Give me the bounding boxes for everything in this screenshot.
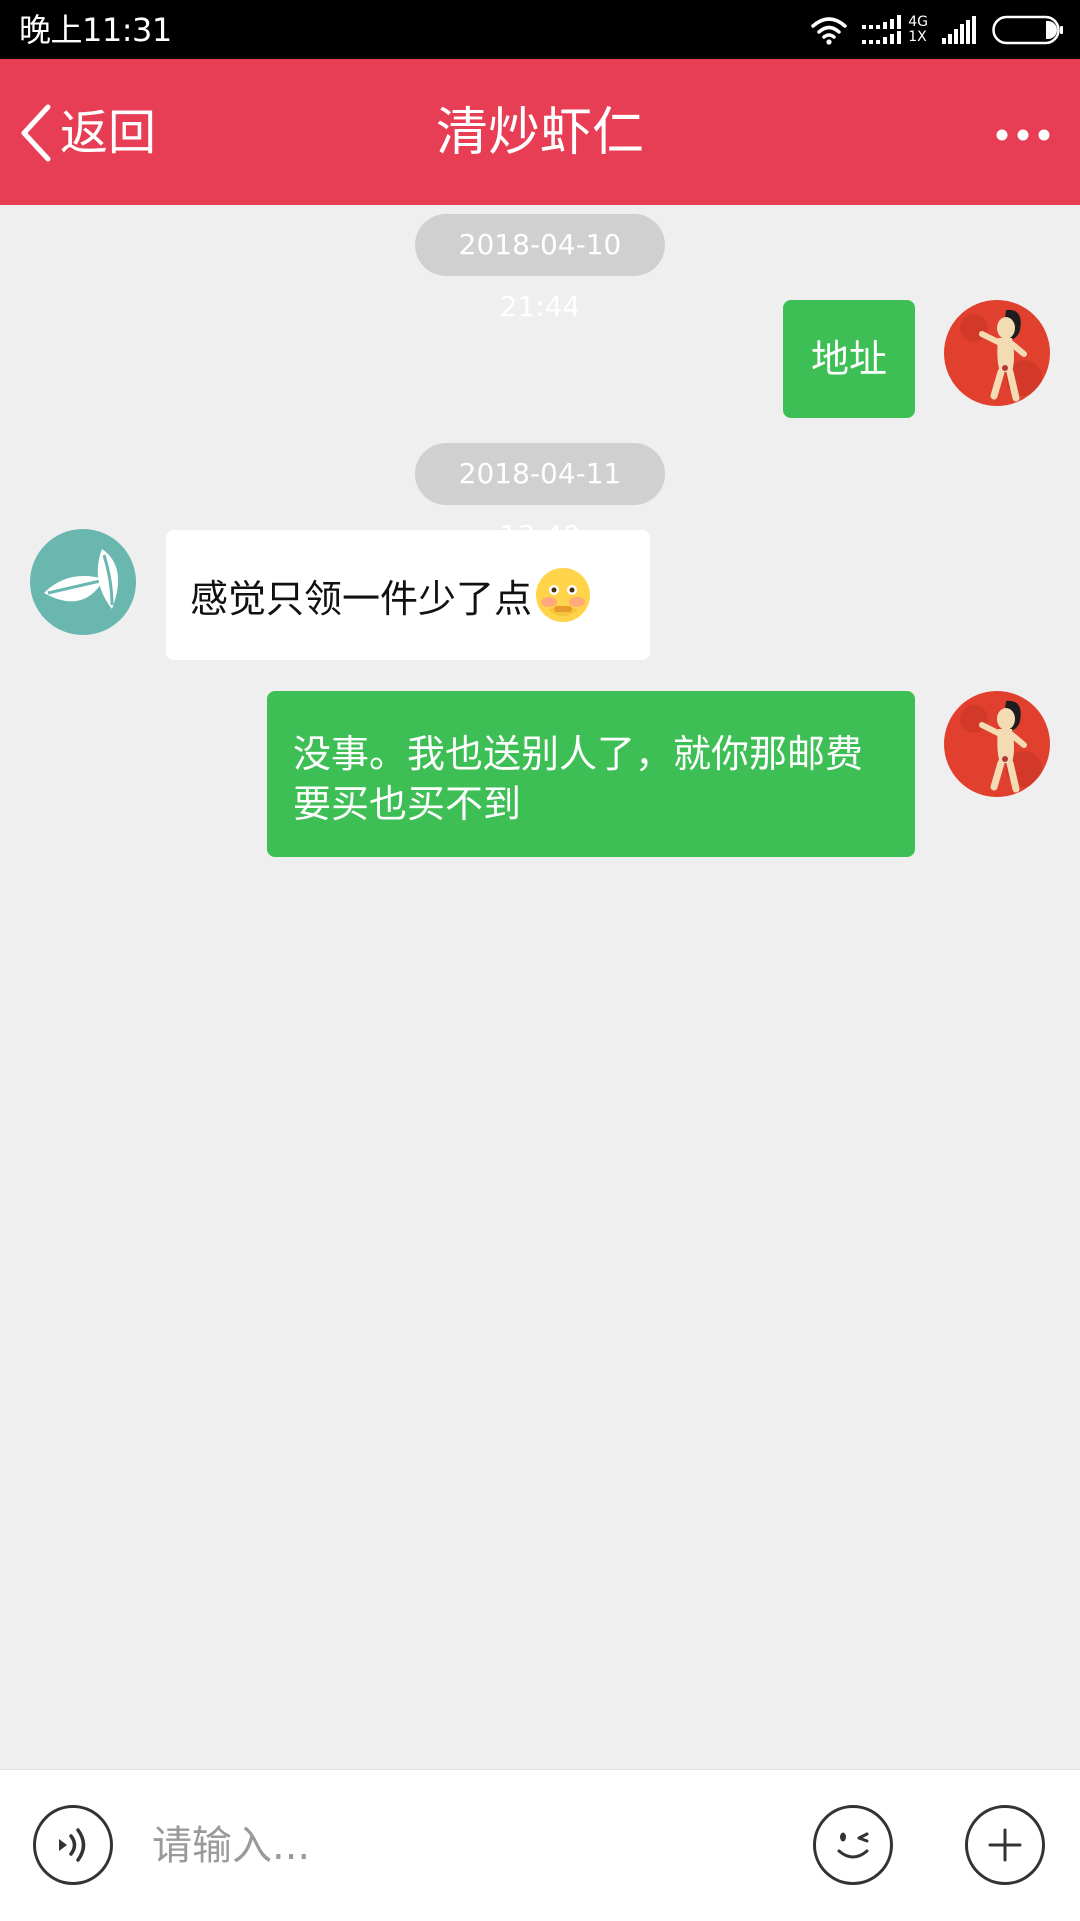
contact-avatar[interactable] bbox=[30, 529, 136, 635]
battery-icon bbox=[992, 15, 1063, 45]
network-type: 4G 1X bbox=[908, 15, 928, 45]
sent-message-bubble[interactable]: 地址 bbox=[783, 300, 915, 418]
my-avatar[interactable] bbox=[944, 300, 1050, 406]
emoji-icon bbox=[837, 1832, 869, 1859]
network-type-bottom: 1X bbox=[908, 29, 927, 45]
signal-icon bbox=[942, 16, 976, 44]
timestamp: 2018-04-10 21:44 bbox=[415, 214, 665, 323]
message-text: 地址 bbox=[810, 337, 887, 381]
voice-button[interactable] bbox=[33, 1805, 113, 1885]
chat-header: 返回 清炒虾仁 bbox=[0, 59, 1080, 205]
my-avatar[interactable] bbox=[944, 691, 1050, 797]
flushed-face-icon bbox=[536, 568, 591, 622]
input-bar bbox=[0, 1769, 1080, 1921]
message-text: 没事。我也送别人了，就你那邮费要买也买不到 bbox=[293, 732, 864, 826]
message-text: 感觉只领一件少了点 bbox=[190, 576, 533, 621]
chat-title: 清炒虾仁 bbox=[435, 103, 644, 163]
user-avatar-icon bbox=[944, 300, 1050, 406]
emoji-button[interactable] bbox=[813, 1805, 893, 1885]
plus-icon bbox=[988, 1828, 1022, 1862]
received-message-bubble[interactable]: 感觉只领一件少了点 bbox=[166, 530, 650, 660]
status-icons: 4G 1X bbox=[810, 12, 1064, 48]
timestamp: 2018-04-11 13:40 bbox=[415, 443, 665, 552]
wifi-icon bbox=[811, 17, 847, 45]
leaf-avatar-icon bbox=[30, 529, 136, 635]
add-button[interactable] bbox=[965, 1805, 1045, 1885]
back-button[interactable]: 返回 bbox=[18, 95, 156, 171]
more-dots-icon bbox=[996, 129, 1050, 141]
back-label: 返回 bbox=[60, 105, 157, 161]
status-time: 晚上11:31 bbox=[19, 11, 172, 49]
sent-message-bubble[interactable]: 没事。我也送别人了，就你那邮费要买也买不到 bbox=[267, 691, 915, 857]
message-input[interactable] bbox=[150, 1806, 794, 1886]
status-bar: 晚上11:31 4G 1X bbox=[0, 0, 1080, 59]
user-avatar-icon bbox=[944, 691, 1050, 797]
network-type-top: 4G bbox=[908, 14, 928, 30]
chevron-left-icon bbox=[21, 104, 51, 162]
more-button[interactable] bbox=[960, 115, 1050, 155]
signal-icon bbox=[862, 15, 902, 44]
voice-icon bbox=[59, 1828, 86, 1862]
